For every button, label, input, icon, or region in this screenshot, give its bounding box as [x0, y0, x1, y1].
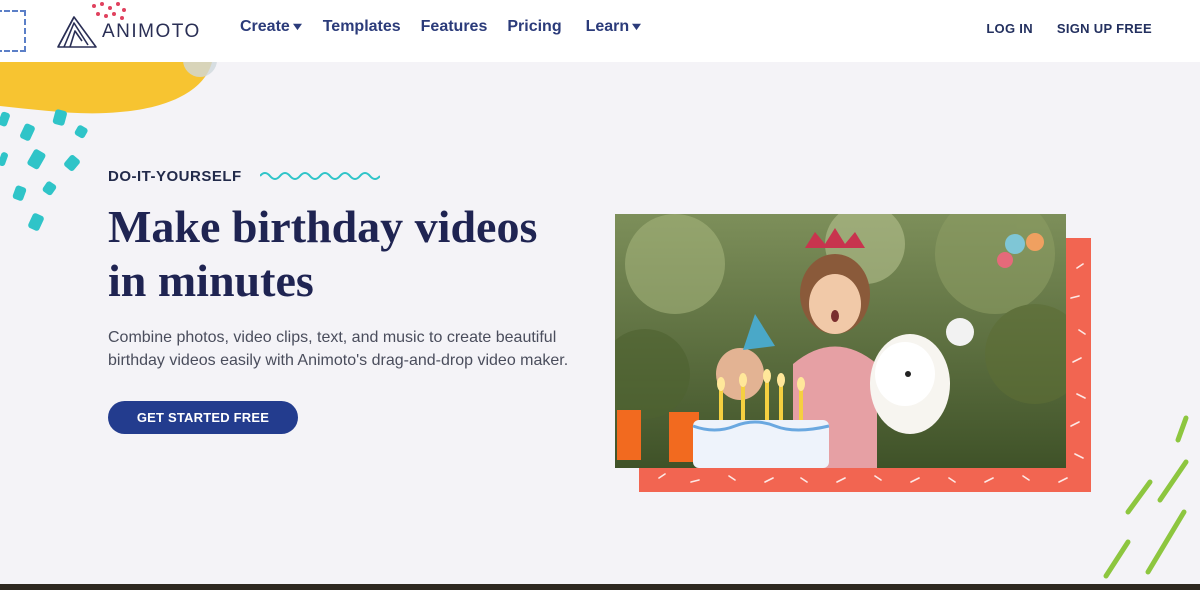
nav-item-label: Templates — [322, 18, 401, 35]
chevron-down-icon: ▼ — [289, 21, 305, 33]
yellow-blob — [0, 62, 212, 114]
headline-line-2: in minutes — [108, 255, 314, 306]
animoto-logo-icon — [57, 16, 97, 48]
animoto-logo[interactable]: ANIMOTO — [56, 15, 201, 49]
nav-item-create[interactable]: Create ▼ — [240, 18, 305, 36]
birthday-scene-illustration — [615, 214, 1066, 468]
nav-item-label: Create — [240, 18, 290, 35]
hero-headline: Make birthday videos in minutes — [108, 200, 578, 308]
nav-item-pricing[interactable]: Pricing — [507, 18, 561, 36]
top-navigation-bar: ANIMOTO Create ▼ Templates Features Pric… — [0, 0, 1200, 62]
headline-line-1: Make birthday videos — [108, 201, 538, 252]
nav-item-label: Learn — [585, 18, 630, 35]
wave-divider-icon — [260, 172, 380, 180]
nav-item-label: Pricing — [507, 18, 562, 35]
nav-item-templates[interactable]: Templates — [323, 18, 401, 36]
hero-eyebrow: DO-IT-YOURSELF — [108, 168, 242, 185]
nav-item-learn[interactable]: Learn ▼ — [585, 18, 645, 36]
signup-link[interactable]: SIGN UP FREE — [1057, 21, 1152, 36]
green-brush-strokes — [1103, 415, 1189, 579]
chevron-down-icon: ▼ — [628, 21, 645, 33]
teal-brush-marks — [0, 109, 88, 231]
get-started-button[interactable]: GET STARTED FREE — [108, 401, 298, 434]
nav-item-label: Features — [420, 18, 488, 35]
hero-description: Combine photos, video clips, text, and m… — [108, 329, 569, 369]
nav-item-features[interactable]: Features — [421, 18, 488, 36]
login-link[interactable]: LOG IN — [986, 21, 1033, 36]
auth-links: LOG IN SIGN UP FREE — [986, 21, 1152, 36]
main-nav: Create ▼ Templates Features Pricing Lear… — [240, 18, 662, 36]
footer-strip — [0, 584, 1200, 590]
selection-dashed-box — [0, 10, 26, 52]
brand-name: ANIMOTO — [102, 21, 201, 42]
birthday-hero-photo — [615, 214, 1066, 468]
